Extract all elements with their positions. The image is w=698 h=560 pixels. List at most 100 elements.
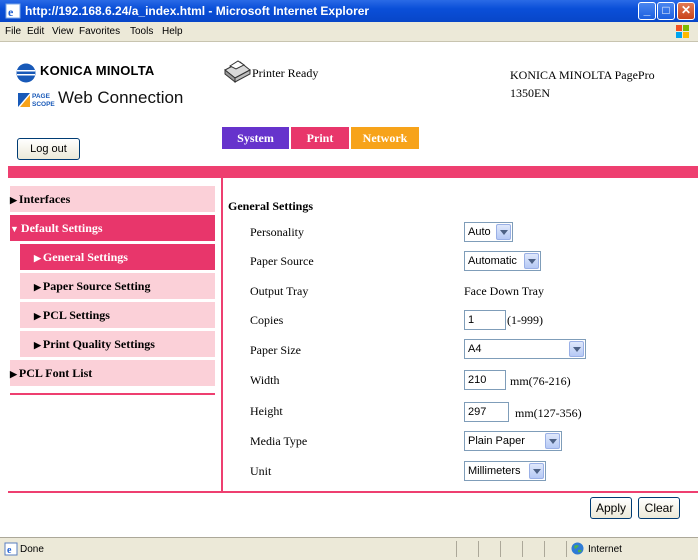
page-content: KONICA MINOLTA PAGE SCOPE Web Connection… <box>0 42 698 537</box>
windows-logo-icon <box>676 25 689 38</box>
statusbar-separator <box>566 541 567 557</box>
sidebar-item-label: PCL Font List <box>18 366 93 380</box>
sidebar-item-default-settings[interactable]: ▼ Default Settings <box>10 215 215 241</box>
sidebar-item-label: Paper Source Setting <box>42 279 151 293</box>
width-label: Width <box>250 373 280 387</box>
menu-tools[interactable]: Tools <box>130 26 153 37</box>
chevron-down-icon <box>569 341 584 357</box>
brand-name: KONICA MINOLTA <box>40 63 155 78</box>
menu-favorites[interactable]: Favorites <box>79 26 120 37</box>
svg-text:SCOPE: SCOPE <box>32 101 55 108</box>
footer-divider <box>8 491 698 493</box>
tab-print[interactable]: Print <box>291 127 349 149</box>
unit-value: Millimeters <box>468 465 521 477</box>
triangle-right-icon: ▶ <box>34 253 41 263</box>
menu-file[interactable]: File <box>5 26 21 37</box>
paper-source-label: Paper Source <box>250 254 314 268</box>
copies-hint: (1-999) <box>507 313 543 327</box>
model-name: KONICA MINOLTA PagePro 1350EN <box>510 66 690 102</box>
internet-explorer-icon: e <box>5 3 21 19</box>
paper-source-value: Automatic <box>468 255 517 267</box>
tab-network[interactable]: Network <box>351 127 419 149</box>
triangle-right-icon: ▶ <box>34 311 41 321</box>
sidebar-item-label: General Settings <box>42 250 128 264</box>
sidebar-item-general-settings[interactable]: ▶ General Settings <box>20 244 215 270</box>
close-button[interactable]: ✕ <box>677 2 695 20</box>
statusbar-separator <box>522 541 523 557</box>
media-type-label: Media Type <box>250 434 308 448</box>
chevron-down-icon <box>524 253 539 269</box>
svg-text:PAGE: PAGE <box>32 93 51 100</box>
paper-size-select[interactable]: A4 <box>464 339 586 359</box>
sidebar-item-label: Print Quality Settings <box>42 337 155 351</box>
triangle-right-icon: ▶ <box>34 282 41 292</box>
window-titlebar: e http://192.168.6.24/a_index.html - Mic… <box>0 0 698 22</box>
minimize-button[interactable]: _ <box>638 2 656 20</box>
copies-label: Copies <box>250 313 284 327</box>
chevron-down-icon <box>545 433 560 449</box>
height-hint: mm(127-356) <box>515 406 582 420</box>
status-text: Done <box>20 544 44 555</box>
triangle-right-icon: ▶ <box>34 340 41 350</box>
sidebar-item-paper-source-setting[interactable]: ▶ Paper Source Setting <box>20 273 215 299</box>
svg-text:e: e <box>7 545 12 556</box>
sidebar-separator <box>221 178 223 491</box>
product-name: Web Connection <box>58 88 184 107</box>
height-input[interactable]: 297 <box>464 402 509 422</box>
personality-value: Auto <box>468 226 491 238</box>
apply-button[interactable]: Apply <box>590 497 632 519</box>
triangle-down-icon: ▼ <box>10 224 19 234</box>
header-divider <box>8 166 698 178</box>
sidebar-item-print-quality-settings[interactable]: ▶ Print Quality Settings <box>20 331 215 357</box>
paper-size-value: A4 <box>468 343 482 355</box>
globe-icon <box>571 542 584 555</box>
triangle-right-icon: ▶ <box>10 369 17 379</box>
output-tray-value: Face Down Tray <box>464 284 544 298</box>
statusbar-separator <box>544 541 545 557</box>
unit-select[interactable]: Millimeters <box>464 461 546 481</box>
media-type-select[interactable]: Plain Paper <box>464 431 562 451</box>
tab-system[interactable]: System <box>222 127 289 149</box>
statusbar-separator <box>456 541 457 557</box>
menu-edit[interactable]: Edit <box>27 26 44 37</box>
width-input[interactable]: 210 <box>464 370 506 390</box>
printer-icon <box>224 60 251 84</box>
sidebar-item-pcl-settings[interactable]: ▶ PCL Settings <box>20 302 215 328</box>
printer-status: Printer Ready <box>252 66 319 80</box>
sidebar-item-pcl-font-list[interactable]: ▶ PCL Font List <box>10 360 215 386</box>
pagescope-logo-icon: PAGE SCOPE <box>18 93 55 108</box>
model-line-2: 1350EN <box>510 86 550 100</box>
chevron-down-icon <box>496 224 511 240</box>
model-line-1: KONICA MINOLTA PagePro <box>510 68 655 82</box>
maximize-button[interactable]: □ <box>657 2 675 20</box>
sidebar-item-interfaces[interactable]: ▶ Interfaces <box>10 186 215 212</box>
svg-text:e: e <box>8 5 14 19</box>
window-title: http://192.168.6.24/a_index.html - Micro… <box>25 4 370 18</box>
security-zone: Internet <box>588 544 622 555</box>
section-title: General Settings <box>228 199 313 213</box>
clear-button[interactable]: Clear <box>638 497 680 519</box>
konica-minolta-logo-icon <box>16 63 36 83</box>
copies-input[interactable]: 1 <box>464 310 506 330</box>
width-hint: mm(76-216) <box>510 374 571 388</box>
media-type-value: Plain Paper <box>468 435 525 447</box>
menu-view[interactable]: View <box>52 26 74 37</box>
statusbar-separator <box>478 541 479 557</box>
sidebar-item-label: PCL Settings <box>42 308 110 322</box>
height-label: Height <box>250 404 283 418</box>
sidebar-divider <box>10 393 215 395</box>
menu-help[interactable]: Help <box>162 26 183 37</box>
personality-select[interactable]: Auto <box>464 222 513 242</box>
output-tray-label: Output Tray <box>250 284 309 298</box>
chevron-down-icon <box>529 463 544 479</box>
menubar: File Edit View Favorites Tools Help <box>0 22 698 42</box>
statusbar: e Done Internet <box>0 537 698 560</box>
page-done-icon: e <box>4 542 18 556</box>
sidebar-item-label: Interfaces <box>18 192 71 206</box>
personality-label: Personality <box>250 225 304 239</box>
sidebar-item-label: Default Settings <box>20 221 103 235</box>
logout-button[interactable]: Log out <box>17 138 80 160</box>
statusbar-separator <box>500 541 501 557</box>
paper-source-select[interactable]: Automatic <box>464 251 541 271</box>
paper-size-label: Paper Size <box>250 343 301 357</box>
